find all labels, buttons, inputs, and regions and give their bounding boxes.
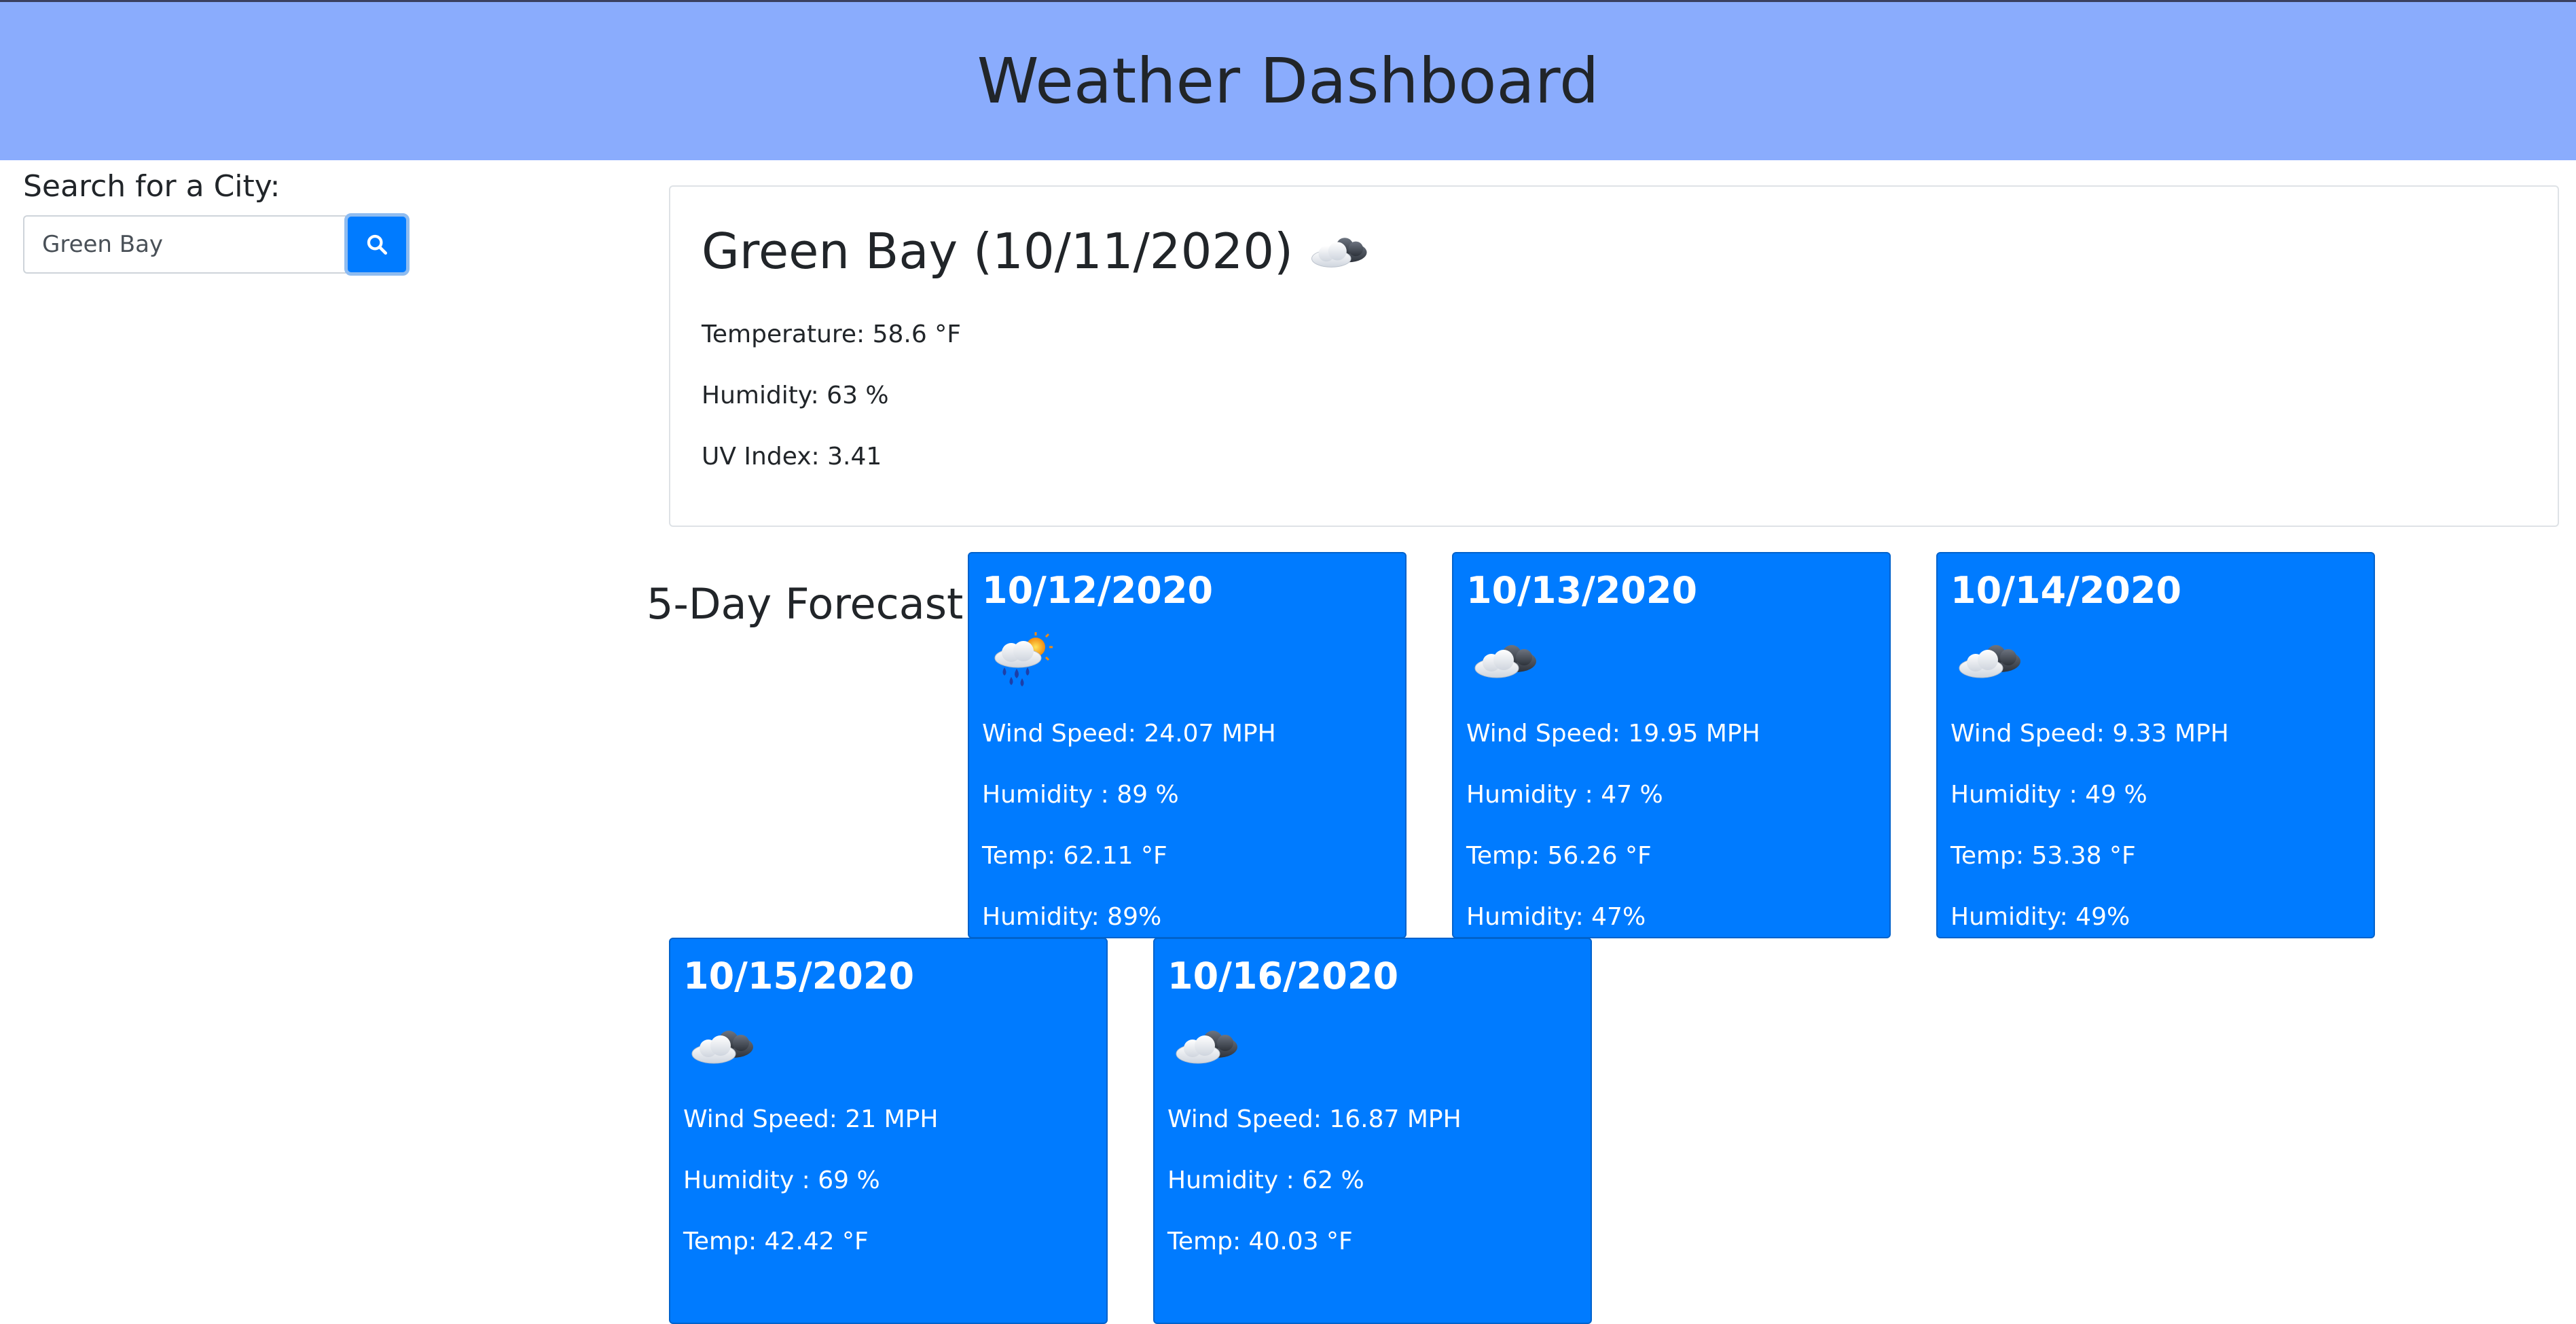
forecast-card: 10/12/2020 Wind Speed: 24.07 MPH Humidit… bbox=[968, 552, 1407, 938]
forecast-wind: Wind Speed: 21 MPH bbox=[683, 1105, 939, 1133]
search-label: Search for a City: bbox=[23, 169, 280, 204]
forecast-temp: Temp: 56.26 °F bbox=[1466, 842, 1652, 870]
cloud-icon bbox=[685, 1015, 760, 1076]
forecast-temp: Temp: 53.38 °F bbox=[1951, 842, 2136, 870]
cloud-icon bbox=[1953, 629, 2027, 691]
forecast-humidity: Humidity : 69 % bbox=[683, 1166, 880, 1194]
current-weather-heading: Green Bay (10/11/2020) bbox=[702, 217, 1373, 285]
forecast-card: 10/16/2020 Wind Speed: 16.87 MPH Humidit… bbox=[1153, 938, 1592, 1324]
forecast-date: 10/13/2020 bbox=[1466, 569, 1698, 612]
forecast-wind: Wind Speed: 24.07 MPH bbox=[982, 720, 1276, 748]
forecast-card: 10/15/2020 Wind Speed: 21 MPH Humidity :… bbox=[669, 938, 1108, 1324]
forecast-temp: Temp: 40.03 °F bbox=[1167, 1228, 1353, 1255]
forecast-heading: 5-Day Forecast: bbox=[647, 579, 978, 629]
search-icon bbox=[367, 234, 388, 255]
page-title: Weather Dashboard bbox=[977, 45, 1599, 117]
forecast-card: 10/14/2020 Wind Speed: 9.33 MPH Humidity… bbox=[1936, 552, 2375, 938]
current-temperature: Temperature: 58.6 °F bbox=[702, 320, 961, 348]
current-humidity: Humidity: 63 % bbox=[702, 382, 889, 409]
forecast-date: 10/15/2020 bbox=[683, 955, 915, 997]
rain-sun-icon bbox=[984, 629, 1059, 691]
cloud-icon bbox=[1169, 1015, 1244, 1076]
current-uv-index: UV Index: 3.41 bbox=[702, 443, 882, 471]
forecast-humidity-percent: Humidity: 47% bbox=[1466, 903, 1646, 931]
city-search-input[interactable] bbox=[23, 215, 346, 274]
current-weather-card: Green Bay (10/11/2020) Temperature: 58.6… bbox=[669, 185, 2559, 527]
cloud-icon bbox=[1468, 629, 1543, 691]
forecast-date: 10/16/2020 bbox=[1167, 955, 1399, 997]
forecast-date: 10/14/2020 bbox=[1951, 569, 2182, 612]
search-button[interactable] bbox=[344, 213, 410, 276]
page-header: Weather Dashboard bbox=[0, 0, 2576, 160]
forecast-humidity: Humidity : 47 % bbox=[1466, 781, 1663, 809]
forecast-humidity: Humidity : 89 % bbox=[982, 781, 1179, 809]
forecast-wind: Wind Speed: 19.95 MPH bbox=[1466, 720, 1760, 748]
forecast-wind: Wind Speed: 16.87 MPH bbox=[1167, 1105, 1462, 1133]
forecast-temp: Temp: 42.42 °F bbox=[683, 1228, 869, 1255]
cloud-icon bbox=[1305, 227, 1373, 276]
forecast-card: 10/13/2020 Wind Speed: 19.95 MPH Humidit… bbox=[1452, 552, 1891, 938]
forecast-humidity-percent: Humidity: 49% bbox=[1951, 903, 2130, 931]
forecast-date: 10/12/2020 bbox=[982, 569, 1214, 612]
forecast-temp: Temp: 62.11 °F bbox=[982, 842, 1167, 870]
forecast-humidity-percent: Humidity: 89% bbox=[982, 903, 1162, 931]
forecast-humidity: Humidity : 62 % bbox=[1167, 1166, 1364, 1194]
forecast-wind: Wind Speed: 9.33 MPH bbox=[1951, 720, 2229, 748]
current-weather-title: Green Bay (10/11/2020) bbox=[702, 223, 1294, 280]
forecast-humidity: Humidity : 49 % bbox=[1951, 781, 2147, 809]
